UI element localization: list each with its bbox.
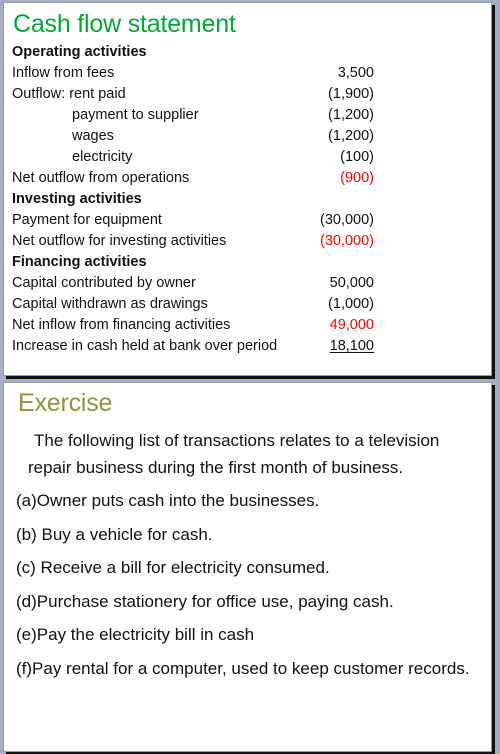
cash-flow-row: Net outflow for investing activities (30,… bbox=[12, 231, 491, 252]
cash-flow-row-value: (1,000) bbox=[328, 296, 374, 312]
cash-flow-row: wages (1,200) bbox=[12, 126, 491, 147]
cash-flow-row-value: 3,500 bbox=[337, 65, 374, 81]
cash-flow-row-label: Operating activities bbox=[12, 44, 147, 60]
cash-flow-row: electricity (100) bbox=[12, 147, 491, 168]
cash-flow-row-value: (100) bbox=[340, 149, 374, 165]
cash-flow-row-label: Net outflow from operations bbox=[12, 170, 190, 186]
exercise-list-item: (e)Pay the electricity bill in cash bbox=[16, 625, 255, 644]
cash-flow-row-value: (1,900) bbox=[328, 86, 374, 102]
exercise-transaction-list: (a)Owner puts cash into the businesses. (… bbox=[12, 481, 481, 682]
cash-flow-row-label: Capital withdrawn as drawings bbox=[12, 296, 208, 312]
cash-flow-row-value: (30,000) bbox=[319, 233, 374, 249]
exercise-list-item: (c) Receive a bill for electricity consu… bbox=[16, 558, 330, 577]
exercise-list-item: (d)Purchase stationery for office use, p… bbox=[16, 591, 394, 611]
cash-flow-row-label: Outflow: rent paid bbox=[12, 86, 126, 102]
cash-flow-statement-title: Cash flow statement bbox=[13, 10, 236, 38]
cash-flow-row-label: Financing activities bbox=[12, 254, 147, 270]
cash-flow-row-label: Capital contributed by owner bbox=[12, 275, 196, 291]
exercise-intro-paragraph: The following list of transactions relat… bbox=[28, 431, 440, 477]
cash-flow-row-label: Net inflow from financing activities bbox=[12, 317, 231, 333]
cash-flow-row-value: (900) bbox=[340, 170, 374, 186]
cash-flow-row: Operating activities bbox=[12, 42, 491, 63]
cash-flow-row: Capital withdrawn as drawings (1,000) bbox=[12, 294, 491, 315]
cash-flow-row: Financing activities bbox=[12, 252, 491, 273]
exercise-body: The following list of transactions relat… bbox=[4, 418, 491, 682]
cash-flow-row: Investing activities bbox=[12, 189, 491, 210]
cash-flow-row-label: wages bbox=[72, 128, 114, 144]
cash-flow-row: Payment for equipment (30,000) bbox=[12, 210, 491, 231]
exercise-list-item: (f)Pay rental for a computer, used to ke… bbox=[16, 658, 470, 678]
cash-flow-row-label: Payment for equipment bbox=[12, 212, 162, 228]
cash-flow-row: payment to supplier (1,200) bbox=[12, 105, 491, 126]
slide-cash-flow-statement[interactable]: Cash flow statement Operating activities… bbox=[3, 2, 492, 376]
cash-flow-row-value: (1,200) bbox=[328, 128, 374, 144]
cash-flow-row-label: payment to supplier bbox=[72, 107, 199, 123]
cash-flow-row-value: 49,000 bbox=[329, 317, 374, 333]
cash-flow-row-label: Inflow from fees bbox=[12, 65, 115, 81]
exercise-list-item: (b) Buy a vehicle for cash. bbox=[16, 524, 213, 544]
exercise-title: Exercise bbox=[18, 389, 113, 417]
cash-flow-row: Net outflow from operations (900) bbox=[12, 168, 491, 189]
cash-flow-row: Capital contributed by owner 50,000 bbox=[12, 273, 491, 294]
slide-deck-view: Cash flow statement Operating activities… bbox=[0, 0, 500, 754]
cash-flow-row-label: Net outflow for investing activities bbox=[12, 233, 227, 249]
cash-flow-row: Outflow: rent paid (1,900) bbox=[12, 84, 491, 105]
cash-flow-row-label: electricity bbox=[72, 149, 133, 165]
cash-flow-row-label: Investing activities bbox=[12, 191, 142, 207]
cash-flow-row: Net inflow from financing activities 49,0… bbox=[12, 315, 491, 336]
cash-flow-statement-table: Operating activities Inflow from fees 3,50… bbox=[4, 39, 491, 357]
cash-flow-row-value: 50,000 bbox=[329, 275, 374, 291]
slide-exercise[interactable]: Exercise The following list of transacti… bbox=[3, 382, 492, 752]
cash-flow-row-value: (1,200) bbox=[328, 107, 374, 123]
exercise-list-item: (a)Owner puts cash into the businesses. bbox=[16, 491, 320, 510]
cash-flow-row: Inflow from fees 3,500 bbox=[12, 63, 491, 84]
cash-flow-row: Increase in cash held at bank over perio… bbox=[12, 336, 491, 357]
cash-flow-row-value: 18,100 bbox=[329, 338, 374, 354]
cash-flow-row-value: (30,000) bbox=[319, 212, 374, 228]
